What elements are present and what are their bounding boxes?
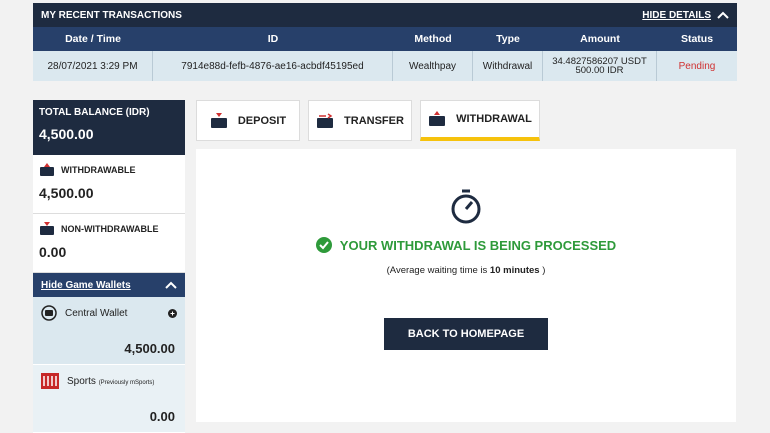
non-withdrawable-label: NON-WITHDRAWABLE: [61, 224, 159, 234]
tab-deposit-label: DEPOSIT: [237, 114, 287, 127]
stopwatch-icon: [451, 189, 481, 224]
back-to-homepage-button[interactable]: BACK TO HOMEPAGE: [384, 318, 548, 350]
action-tabs: DEPOSIT TRANSFER WITHDRAWAL: [196, 100, 540, 141]
deposit-wallet-icon: [210, 112, 227, 128]
recent-transactions-panel: MY RECENT TRANSACTIONS HIDE DETAILS Date…: [33, 3, 737, 83]
tab-deposit[interactable]: DEPOSIT: [196, 100, 300, 141]
col-method: Method: [414, 33, 452, 45]
central-wallet-value: 4,500.00: [124, 341, 175, 356]
row-status: Pending: [678, 60, 716, 72]
amount-idr: 500.00 IDR: [575, 65, 624, 76]
wallet-icon: [41, 305, 57, 321]
chevron-up-icon[interactable]: [165, 281, 177, 289]
non-withdrawable-wallet-icon: [40, 222, 54, 235]
hide-game-wallets-toggle[interactable]: Hide Game Wallets: [33, 273, 185, 297]
transactions-title: MY RECENT TRANSACTIONS: [41, 9, 182, 21]
transactions-header: MY RECENT TRANSACTIONS HIDE DETAILS: [33, 3, 737, 27]
non-withdrawable-section: NON-WITHDRAWABLE 0.00: [33, 214, 185, 273]
col-type: Type: [496, 33, 520, 45]
row-type: Withdrawal: [473, 51, 543, 81]
withdrawal-status: YOUR WITHDRAWAL IS BEING PROCESSED: [196, 237, 736, 253]
total-balance-label: TOTAL BALANCE (IDR): [39, 107, 150, 118]
status-text: YOUR WITHDRAWAL IS BEING PROCESSED: [339, 237, 617, 253]
check-circle-icon: [315, 237, 332, 253]
withdrawable-label: WITHDRAWABLE: [61, 165, 136, 175]
central-wallet-name: Central Wallet: [65, 307, 128, 319]
withdrawal-wallet-icon: [429, 111, 446, 126]
sports-wallet-name: Sports (Previously mSports): [67, 375, 155, 387]
row-date: 28/07/2021 3:29 PM: [33, 51, 153, 81]
col-date: Date / Time: [65, 33, 121, 45]
transactions-columns: Date / Time ID Method Type Amount Status: [33, 27, 737, 51]
total-balance-value: 4,500.00: [39, 126, 94, 142]
tab-withdrawal-label: WITHDRAWAL: [456, 113, 532, 125]
col-amount: Amount: [580, 33, 620, 45]
hide-game-wallets-label[interactable]: Hide Game Wallets: [41, 280, 131, 291]
row-id: 7914e88d-fefb-4876-ae16-acbdf45195ed: [153, 51, 393, 81]
non-withdrawable-value: 0.00: [39, 244, 67, 260]
tab-withdrawal[interactable]: WITHDRAWAL: [420, 100, 540, 141]
tab-transfer-label: TRANSFER: [344, 114, 404, 127]
plus-icon[interactable]: [168, 308, 177, 318]
withdrawable-value: 4,500.00: [39, 185, 94, 201]
waiting-time: 10 minutes: [489, 265, 540, 276]
table-row: 28/07/2021 3:29 PM 7914e88d-fefb-4876-ae…: [33, 51, 737, 81]
col-id: ID: [267, 33, 279, 45]
withdrawal-status-panel: YOUR WITHDRAWAL IS BEING PROCESSED (Aver…: [196, 149, 736, 422]
hide-details-label[interactable]: HIDE DETAILS: [642, 10, 711, 21]
sports-wallet-note: (Previously mSports): [98, 379, 155, 386]
sports-icon: [41, 373, 59, 389]
total-balance: TOTAL BALANCE (IDR) 4,500.00: [33, 100, 185, 155]
balance-panel: TOTAL BALANCE (IDR) 4,500.00 WITHDRAWABL…: [33, 100, 185, 433]
sports-wallet[interactable]: Sports (Previously mSports) 0.00: [33, 365, 185, 433]
withdrawable-section: WITHDRAWABLE 4,500.00: [33, 155, 185, 214]
tab-transfer[interactable]: TRANSFER: [308, 100, 412, 141]
col-status: Status: [680, 33, 714, 45]
transfer-wallet-icon: [317, 112, 334, 128]
row-amount: 34.4827586207 USDT 500.00 IDR: [543, 51, 657, 81]
chevron-up-icon[interactable]: [717, 11, 729, 19]
hide-details-toggle[interactable]: HIDE DETAILS: [642, 10, 729, 21]
central-wallet[interactable]: Central Wallet 4,500.00: [33, 297, 185, 365]
waiting-time-note: (Average waiting time is 10 minutes ): [386, 265, 546, 276]
row-method: Wealthpay: [393, 51, 473, 81]
withdrawable-wallet-icon: [40, 163, 54, 176]
